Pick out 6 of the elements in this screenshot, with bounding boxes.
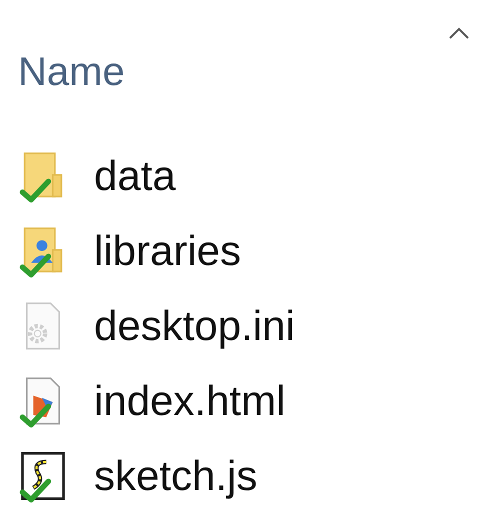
name-column-header[interactable]: Name: [18, 52, 125, 92]
file-name[interactable]: desktop.ini: [94, 304, 295, 346]
file-name[interactable]: index.html: [94, 380, 286, 422]
file-name[interactable]: data: [94, 154, 176, 196]
file-name[interactable]: sketch.js: [94, 454, 258, 496]
file-name[interactable]: libraries: [94, 230, 242, 272]
